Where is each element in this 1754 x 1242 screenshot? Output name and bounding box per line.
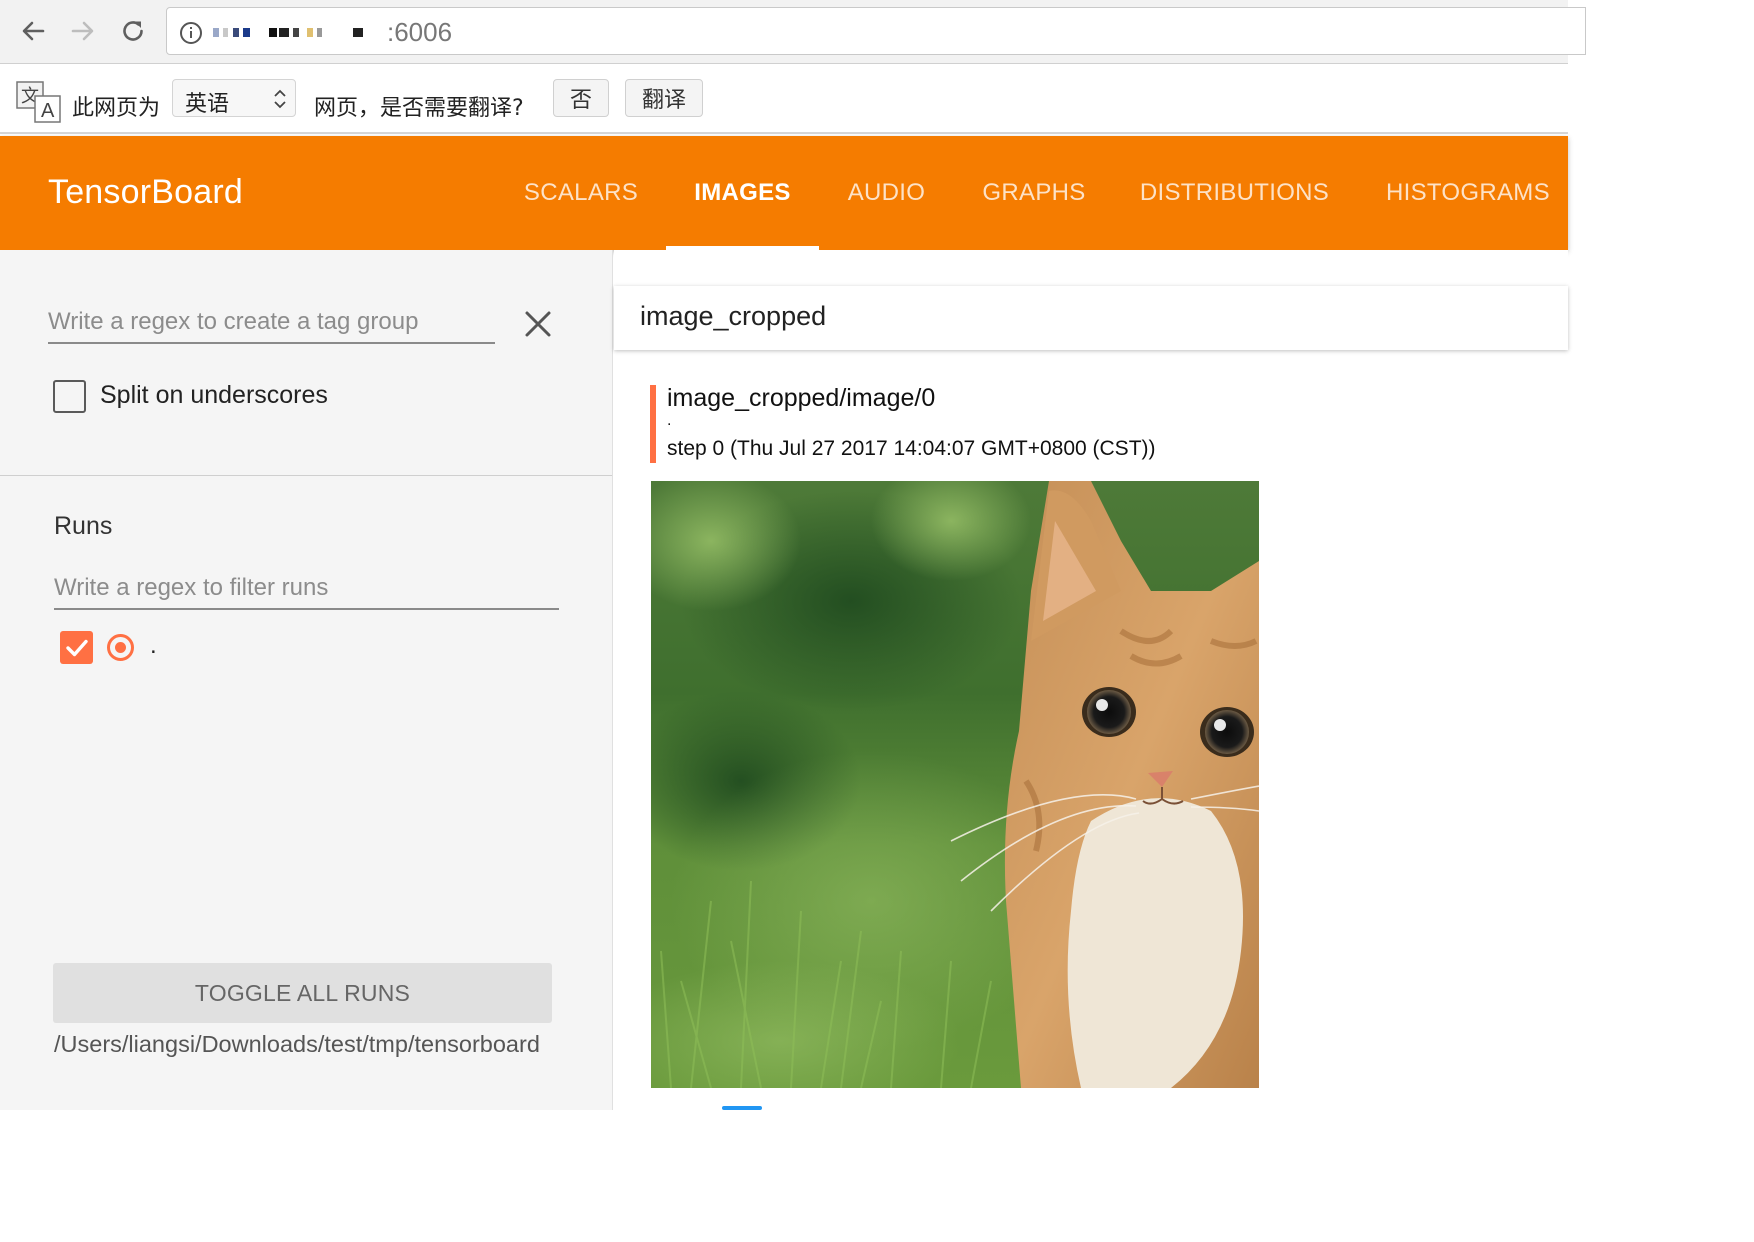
- tag-regex-input[interactable]: [48, 302, 495, 344]
- forward-button[interactable]: [66, 14, 100, 48]
- reload-button[interactable]: [116, 14, 150, 48]
- run-checkbox[interactable]: [60, 631, 93, 664]
- svg-text:A: A: [41, 100, 55, 122]
- logdir-path: /Users/liangsi/Downloads/test/tmp/tensor…: [54, 1031, 540, 1057]
- translate-prefix: 此网页为: [72, 96, 161, 121]
- url-port: :6006: [387, 17, 453, 47]
- tab-distributions[interactable]: DISTRIBUTIONS: [1114, 136, 1355, 250]
- sidebar-divider: [0, 475, 612, 476]
- radio-dot: [115, 642, 126, 653]
- tab-label: DISTRIBUTIONS: [1139, 179, 1330, 206]
- translate-button[interactable]: 翻译: [625, 79, 703, 117]
- checkmark-icon: [65, 639, 88, 656]
- image-step: step 0 (Thu Jul 27 2017 14:04:07 GMT+080…: [667, 437, 1156, 460]
- tab-audio[interactable]: AUDIO: [819, 136, 954, 250]
- kitten-photo-graphic: [651, 481, 1259, 1088]
- step-slider[interactable]: [722, 1106, 762, 1110]
- tab-label: IMAGES: [694, 179, 791, 206]
- split-underscores-label[interactable]: Split on underscores: [100, 381, 328, 410]
- translate-bar: 文 A 此网页为 英语 网页，是否需要翻译? 否 翻译: [0, 64, 1568, 134]
- runs-filter-input[interactable]: [54, 568, 559, 610]
- run-radio-button[interactable]: [107, 634, 134, 661]
- run-color-bar: [650, 385, 656, 463]
- language-select[interactable]: 英语: [172, 79, 296, 117]
- redacted-host-mask: [213, 22, 363, 44]
- language-value: 英语: [185, 92, 230, 117]
- app-header: TensorBoard SCALARS IMAGES AUDIO GRAPHS …: [0, 136, 1568, 250]
- forward-arrow-icon: [71, 21, 94, 41]
- tab-label: SCALARS: [523, 179, 639, 206]
- main-panel: image_cropped image_cropped/image/0 . st…: [614, 250, 1568, 1110]
- runs-title: Runs: [54, 512, 113, 540]
- back-arrow-icon: [22, 21, 45, 41]
- tab-graphs[interactable]: GRAPHS: [954, 136, 1114, 250]
- app-title: TensorBoard: [48, 173, 243, 211]
- translate-question: 网页，是否需要翻译?: [314, 96, 524, 121]
- translate-icon: 文 A: [16, 81, 61, 123]
- image-run: .: [667, 412, 672, 429]
- toggle-all-runs-button[interactable]: TOGGLE ALL RUNS: [53, 963, 552, 1023]
- split-underscores-checkbox[interactable]: [53, 380, 86, 413]
- tab-scalars[interactable]: SCALARS: [496, 136, 666, 250]
- tab-label: AUDIO: [847, 179, 926, 206]
- tab-histograms[interactable]: HISTOGRAMS: [1355, 136, 1568, 250]
- back-button[interactable]: [16, 14, 50, 48]
- clear-icon[interactable]: [522, 308, 554, 340]
- info-icon[interactable]: [179, 21, 203, 45]
- address-bar[interactable]: :6006: [166, 7, 1586, 55]
- select-arrows-icon: [274, 89, 286, 109]
- tag-group-title: image_cropped: [640, 301, 827, 331]
- image-tag: image_cropped/image/0: [667, 384, 936, 412]
- run-name: .: [150, 632, 157, 659]
- tab-label: HISTOGRAMS: [1386, 179, 1550, 206]
- tag-group-header[interactable]: image_cropped: [614, 286, 1568, 350]
- browser-toolbar: :6006: [0, 0, 1586, 64]
- reload-icon: [123, 21, 143, 41]
- tab-label: GRAPHS: [982, 179, 1086, 206]
- no-translate-button[interactable]: 否: [553, 79, 609, 117]
- sidebar: Split on underscores Runs . TOGGLE ALL R…: [0, 250, 613, 1110]
- kitten-photo: [651, 481, 1259, 1088]
- tab-images[interactable]: IMAGES: [666, 136, 819, 250]
